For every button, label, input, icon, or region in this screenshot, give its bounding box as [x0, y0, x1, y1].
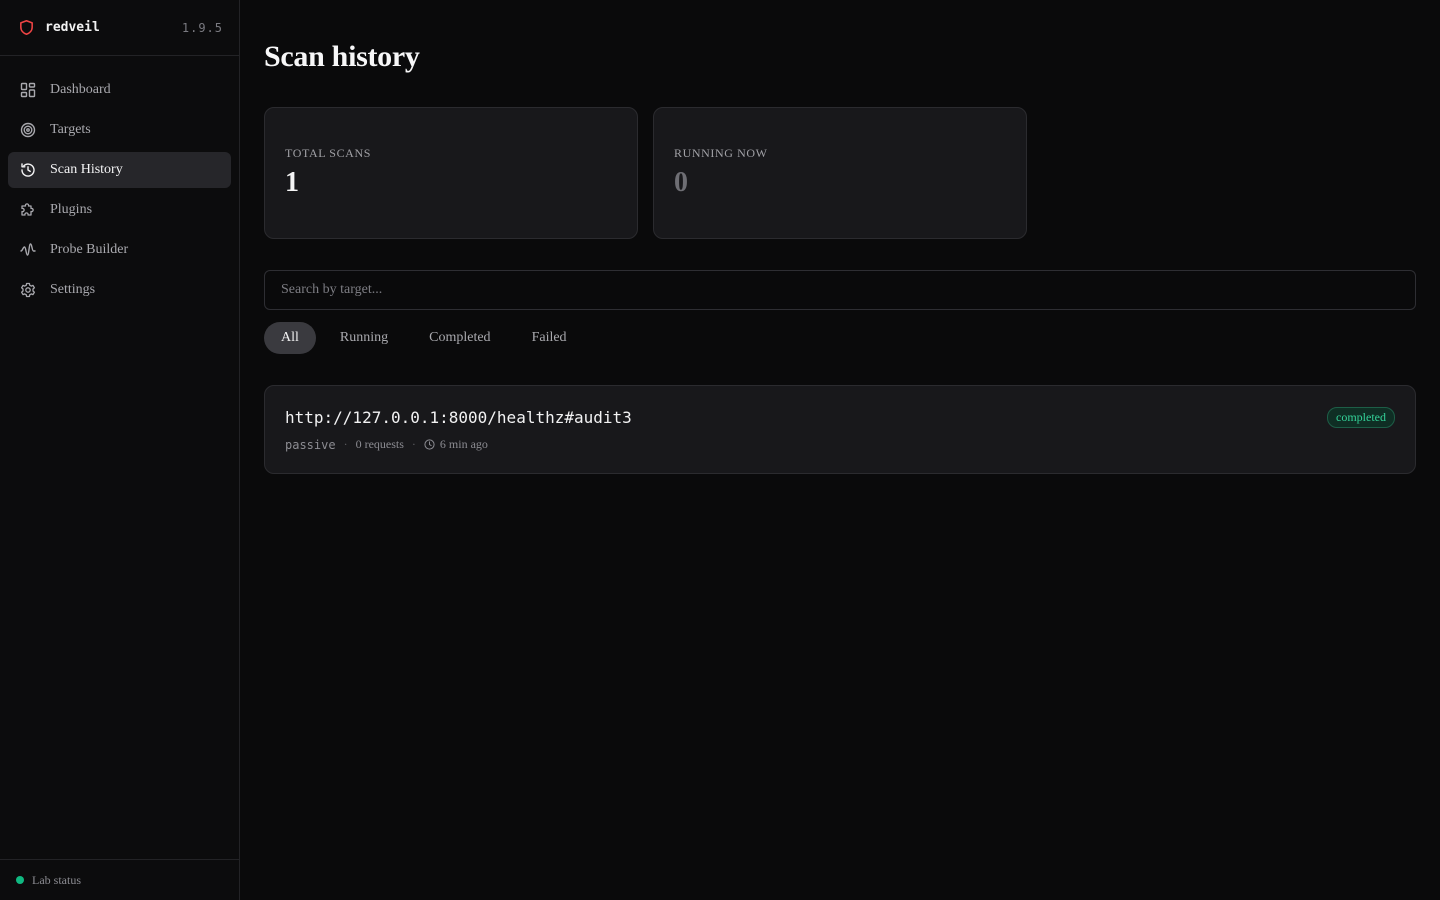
search-input[interactable] — [264, 270, 1416, 310]
filter-completed[interactable]: Completed — [412, 322, 507, 354]
sidebar-item-label: Probe Builder — [50, 242, 129, 257]
status-badge: completed — [1327, 407, 1395, 428]
lab-status[interactable]: Lab status — [0, 859, 239, 900]
sidebar-item-probe-builder[interactable]: Probe Builder — [8, 232, 231, 268]
sidebar-item-dashboard[interactable]: Dashboard — [8, 72, 231, 108]
scan-list-item[interactable]: http://127.0.0.1:8000/healthz#audit3 pas… — [264, 385, 1416, 474]
sidebar-item-label: Scan History — [50, 162, 123, 177]
brand-name: redveil — [45, 20, 100, 35]
lab-status-label: Lab status — [32, 872, 81, 887]
sidebar-nav: Dashboard Targets Scan History Plugins P… — [0, 56, 239, 308]
stats-row: Total scans 1 Running now 0 — [264, 107, 1042, 239]
page-title: Scan history — [264, 40, 420, 73]
scan-target-url: http://127.0.0.1:8000/healthz#audit3 — [285, 408, 632, 427]
filter-all[interactable]: All — [264, 322, 316, 354]
waveform-icon — [20, 242, 36, 258]
status-filter-tabs: All Running Completed Failed — [264, 322, 591, 354]
brand-header: redveil 1.9.5 — [0, 0, 239, 56]
sidebar-item-label: Targets — [50, 122, 91, 137]
separator: · — [343, 437, 348, 451]
sidebar-item-scan-history[interactable]: Scan History — [8, 152, 231, 188]
sidebar-item-plugins[interactable]: Plugins — [8, 192, 231, 228]
stat-label: Total scans — [285, 146, 371, 160]
stat-card-running-now: Running now 0 — [653, 107, 1027, 239]
sidebar-item-label: Plugins — [50, 202, 93, 217]
separator: · — [411, 437, 416, 451]
sidebar: redveil 1.9.5 Dashboard Targets Scan His… — [0, 0, 240, 900]
filter-running[interactable]: Running — [323, 322, 405, 354]
puzzle-icon — [20, 202, 36, 218]
history-icon — [20, 162, 36, 178]
stat-label: Running now — [674, 146, 768, 160]
dashboard-icon — [20, 82, 36, 98]
scan-request-count: 0 requests — [355, 437, 404, 451]
sidebar-item-label: Settings — [50, 282, 96, 297]
filter-failed[interactable]: Failed — [515, 322, 584, 354]
shield-logo-icon — [18, 19, 35, 36]
scan-mode: passive — [285, 437, 336, 452]
sidebar-item-label: Dashboard — [50, 82, 111, 97]
sidebar-item-settings[interactable]: Settings — [8, 272, 231, 308]
scan-time: 6 min ago — [439, 437, 488, 451]
stat-value: 1 — [285, 167, 299, 198]
stat-value: 0 — [674, 167, 688, 198]
gear-icon — [20, 282, 36, 298]
clock-icon — [424, 439, 435, 450]
status-dot-icon — [16, 876, 24, 884]
sidebar-item-targets[interactable]: Targets — [8, 112, 231, 148]
scan-meta: passive · 0 requests · 6 min ago — [285, 437, 488, 452]
stat-card-total-scans: Total scans 1 — [264, 107, 638, 239]
app-version: 1.9.5 — [181, 20, 223, 35]
target-icon — [20, 122, 36, 138]
